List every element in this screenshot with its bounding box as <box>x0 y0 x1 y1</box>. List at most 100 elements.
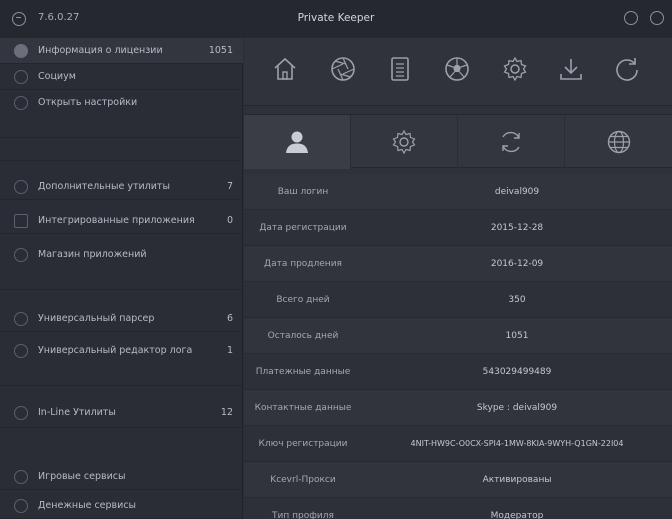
sidebar-item-count: 1 <box>226 345 233 356</box>
info-key: Дата регистрации <box>259 223 347 233</box>
sidebar-item-money-services[interactable]: Денежные сервисы <box>0 493 243 519</box>
info-key: Ваш логин <box>277 187 329 197</box>
sidebar-item-count: 6 <box>226 313 233 324</box>
info-row: Контактные данные Skype : deival909 <box>244 390 672 426</box>
money-icon <box>14 499 28 513</box>
globe-icon <box>607 130 630 154</box>
tab-settings[interactable] <box>351 115 458 169</box>
main-panel: Ваш логин deival909 Дата регистрации 201… <box>244 38 672 519</box>
download-button[interactable] <box>556 54 586 84</box>
info-value: 1051 <box>505 331 529 341</box>
sidebar-item-label: Дополнительные утилиты <box>38 181 170 192</box>
folder-icon <box>14 214 28 228</box>
sidebar-item-label: Универсальный парсер <box>38 313 155 324</box>
info-row: Kcevrl-Прокси Активированы <box>244 462 672 498</box>
aperture-button[interactable] <box>328 54 358 84</box>
sidebar-item-label: Открыть настройки <box>38 97 138 108</box>
info-row: Ключ регистрации 4NIT-HW9C-O0CX-SPI4-1MW… <box>244 426 672 462</box>
info-row: Всего дней 350 <box>244 282 672 318</box>
sidebar-item-label: Магазин приложений <box>38 249 147 260</box>
ball-icon <box>445 57 469 81</box>
sidebar-item-count: 7 <box>226 181 233 192</box>
info-row: Тип профиля Модератор <box>244 498 672 519</box>
sidebar-item-label: In-Line Утилиты <box>38 407 116 418</box>
tab-sync[interactable] <box>458 115 565 169</box>
info-value: Модератор <box>490 511 544 519</box>
info-key: Дата продления <box>264 259 342 269</box>
refresh-icon <box>616 58 638 81</box>
tab-network[interactable] <box>565 115 672 169</box>
sidebar-item-integrated-apps[interactable]: Интегрированные приложения 0 <box>0 208 243 234</box>
info-key: Тип профиля <box>272 511 334 519</box>
info-value: Skype : deival909 <box>476 403 558 413</box>
sidebar: Информация о лицензии 1051 Социум Открыт… <box>0 38 243 519</box>
info-value: 350 <box>508 295 526 305</box>
info-row: Ваш логин deival909 <box>244 174 672 210</box>
sidebar-item-log-editor[interactable]: Универсальный редактор лога 1 <box>0 338 243 386</box>
sidebar-item-count: 1051 <box>208 45 233 56</box>
home-icon <box>274 57 296 80</box>
info-key: Контактные данные <box>254 403 352 413</box>
info-row: Осталось дней 1051 <box>244 318 672 354</box>
registration-key-value: 4NIT-HW9C-O0CX-SPI4-1MW-8KIA-9WYH-Q1GN-2… <box>410 439 624 448</box>
info-key: Kcevrl-Прокси <box>270 475 336 485</box>
gear-icon <box>392 129 416 155</box>
sidebar-item-label: Социум <box>38 71 76 82</box>
info-key: Платежные данные <box>255 367 351 377</box>
info-value: Активированы <box>482 475 552 485</box>
sidebar-item-count: 12 <box>220 407 233 418</box>
sidebar-item-game-services[interactable]: Игровые сервисы <box>0 464 243 490</box>
toolbar <box>244 38 672 106</box>
utilities-icon <box>14 180 28 194</box>
app-window: 7.6.0.27 Private Keeper Информация о лиц… <box>0 0 672 519</box>
sidebar-item-utilities[interactable]: Дополнительные утилиты 7 <box>0 174 243 200</box>
social-icon <box>14 70 28 84</box>
sidebar-item-label: Денежные сервисы <box>38 500 137 511</box>
sidebar-item-label: Игровые сервисы <box>38 471 126 482</box>
settings-button[interactable] <box>500 54 530 84</box>
home-button[interactable] <box>270 54 300 84</box>
info-key: Ключ регистрации <box>258 439 348 449</box>
sidebar-item-settings[interactable]: Открыть настройки <box>0 90 243 138</box>
game-icon <box>14 470 28 484</box>
avatar-icon <box>14 44 28 58</box>
info-key: Всего дней <box>276 295 330 305</box>
window-title: Private Keeper <box>297 12 375 24</box>
info-row: Дата регистрации 2015-12-28 <box>244 210 672 246</box>
title-bar: 7.6.0.27 Private Keeper <box>0 0 672 38</box>
parser-icon <box>14 312 28 326</box>
editor-icon <box>14 344 28 358</box>
download-icon <box>560 59 582 80</box>
info-row: Дата продления 2016-12-09 <box>244 246 672 282</box>
sidebar-item-label: Интегрированные приложения <box>38 215 195 226</box>
gear-icon <box>503 56 527 82</box>
ball-button[interactable] <box>442 54 472 84</box>
info-key: Осталось дней <box>267 331 339 341</box>
sidebar-item-app-store[interactable]: Магазин приложений <box>0 242 243 290</box>
sidebar-item-social[interactable]: Социум <box>0 64 243 90</box>
profile-tabs <box>244 114 672 169</box>
sidebar-item-license[interactable]: Информация о лицензии 1051 <box>0 38 243 64</box>
info-row: Платежные данные 543029499489 <box>244 354 672 390</box>
info-value: 543029499489 <box>482 367 552 377</box>
sidebar-item-parser[interactable]: Универсальный парсер 6 <box>0 306 243 332</box>
sidebar-item-inline-utilities[interactable]: In-Line Утилиты 12 <box>0 398 243 428</box>
refresh-button[interactable] <box>612 54 642 84</box>
sidebar-divider <box>0 160 243 161</box>
sidebar-item-label: Универсальный редактор лога <box>38 345 193 356</box>
close-icon[interactable] <box>650 11 664 25</box>
sync-icon <box>502 131 520 153</box>
inline-utilities-icon <box>14 406 28 420</box>
notebook-button[interactable] <box>385 54 415 84</box>
minimize-icon[interactable] <box>624 11 638 25</box>
store-icon <box>14 248 28 262</box>
aperture-icon <box>331 57 355 81</box>
sidebar-item-count: 0 <box>226 215 233 226</box>
settings-link-icon <box>14 96 28 110</box>
sidebar-item-label: Информация о лицензии <box>38 45 163 56</box>
tab-profile[interactable] <box>244 115 351 169</box>
info-value: 2016-12-09 <box>490 259 544 269</box>
user-icon <box>286 131 308 153</box>
info-value: 2015-12-28 <box>490 223 544 233</box>
info-value: deival909 <box>494 187 540 197</box>
